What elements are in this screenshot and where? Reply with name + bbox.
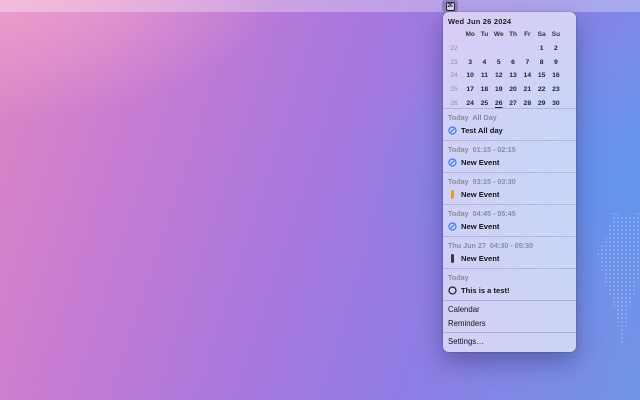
event-group: Thu Jun 27 04:30 - 05:30 New Event [443,236,576,268]
event-when: Today 03:15 - 03:30 [448,175,571,188]
calendar-menubar-icon[interactable]: 26 [442,0,458,12]
weekday-header: Th [506,28,520,42]
weekday-header: We [492,28,506,42]
calendar-day[interactable]: 2 [549,42,563,56]
menu-bar [0,0,640,12]
calendar-day[interactable]: 5 [492,56,506,70]
week-number: 25 [445,83,463,97]
calendar-day[interactable]: 23 [549,83,563,97]
event-when: Today 01:15 - 02:15 [448,143,571,156]
weekday-header: Su [549,28,563,42]
event-circle-slash-icon [448,126,457,135]
calendar-day[interactable] [506,42,520,56]
mini-calendar: Mo Tu We Th Fr Sa Su 22 1 2 23 3 4 5 6 7… [445,28,563,111]
reminder-row[interactable]: This is a test! [448,284,571,297]
event-circle-slash-icon [448,222,457,231]
event-title: New Event [461,156,499,169]
event-color-bar-icon [448,254,457,263]
calendar-corner [445,28,463,42]
calendar-glyph-icon: 26 [446,2,455,11]
event-group: Today 01:15 - 02:15 New Event [443,140,576,172]
calendar-day[interactable]: 22 [534,83,548,97]
weekday-header: Tu [477,28,491,42]
menu-item-calendar[interactable]: Calendar [443,303,576,317]
reminder-title: This is a test! [461,284,510,297]
event-when: Thu Jun 27 04:30 - 05:30 [448,239,571,252]
calendar-day[interactable] [477,42,491,56]
calendar-day[interactable]: 1 [534,42,548,56]
calendar-day[interactable]: 8 [534,56,548,70]
calendar-day[interactable]: 11 [477,69,491,83]
calendar-day[interactable]: 4 [477,56,491,70]
reminder-open-circle-icon[interactable] [448,286,457,295]
week-number: 22 [445,42,463,56]
calendar-dropdown-panel: Wed Jun 26 2024 Mo Tu We Th Fr Sa Su 22 … [443,12,576,352]
event-group: Today 04:45 - 05:45 New Event [443,204,576,236]
calendar-day[interactable]: 10 [463,69,477,83]
calendar-day[interactable]: 6 [506,56,520,70]
calendar-day[interactable] [463,42,477,56]
calendar-day[interactable]: 16 [549,69,563,83]
event-row[interactable]: New Event [448,252,571,265]
event-row[interactable]: New Event [448,156,571,169]
menu-item-reminders[interactable]: Reminders [443,317,576,331]
calendar-day[interactable] [492,42,506,56]
weekday-header: Mo [463,28,477,42]
event-circle-slash-icon [448,158,457,167]
menu-item-settings[interactable]: Settings… [443,335,576,349]
calendar-day[interactable]: 3 [463,56,477,70]
event-title: Test All day [461,124,503,137]
event-title: New Event [461,220,499,233]
event-row[interactable]: New Event [448,188,571,201]
panel-footer-menu: Calendar Reminders Settings… [443,300,576,351]
calendar-day[interactable]: 17 [463,83,477,97]
week-number: 23 [445,56,463,70]
calendar-day[interactable]: 9 [549,56,563,70]
week-number: 24 [445,69,463,83]
reminder-group: Today This is a test! [443,268,576,300]
calendar-day[interactable]: 21 [520,83,534,97]
calendar-day[interactable]: 14 [520,69,534,83]
calendar-day[interactable]: 15 [534,69,548,83]
calendar-day[interactable]: 18 [477,83,491,97]
calendar-day[interactable]: 20 [506,83,520,97]
wallpaper-dotted-map-pattern [580,212,640,347]
calendar-day[interactable]: 12 [492,69,506,83]
calendar-day[interactable]: 19 [492,83,506,97]
weekday-header: Sa [534,28,548,42]
event-group: Today 03:15 - 03:30 New Event [443,172,576,204]
event-group: Today All Day Test All day [443,108,576,140]
event-row[interactable]: New Event [448,220,571,233]
calendar-day[interactable] [520,42,534,56]
event-title: New Event [461,252,499,265]
event-when: Today 04:45 - 05:45 [448,207,571,220]
weekday-header: Fr [520,28,534,42]
event-when: Today [448,271,571,284]
event-title: New Event [461,188,499,201]
event-color-bar-icon [448,190,457,199]
panel-date-title: Wed Jun 26 2024 [448,17,511,26]
calendar-day[interactable]: 7 [520,56,534,70]
event-list: Today All Day Test All day Today 01:15 -… [443,108,576,300]
calendar-day[interactable]: 13 [506,69,520,83]
event-row[interactable]: Test All day [448,124,571,137]
event-when: Today All Day [448,111,571,124]
desktop-wallpaper: 26 Wed Jun 26 2024 Mo Tu We Th Fr Sa Su … [0,0,640,400]
